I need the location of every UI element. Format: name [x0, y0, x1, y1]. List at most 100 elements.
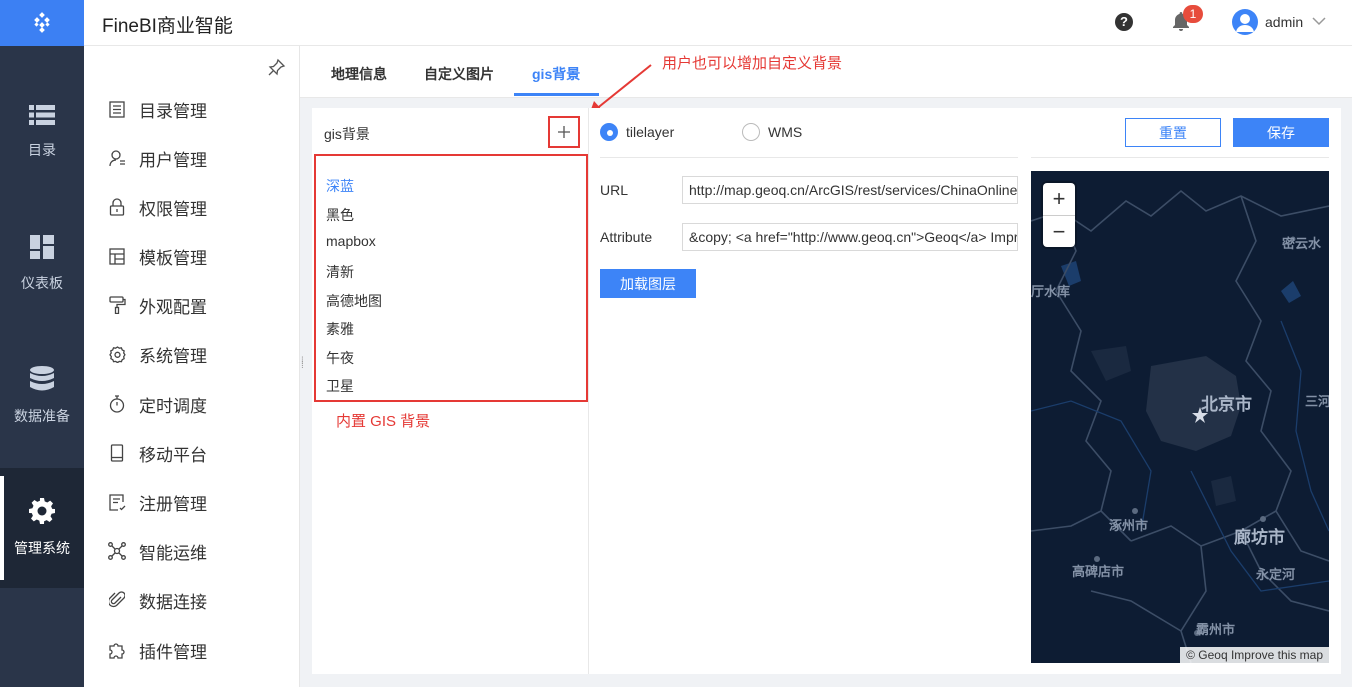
- attribution-label: Attribute: [600, 229, 653, 245]
- sidebar-item-scheduler[interactable]: 定时调度: [108, 389, 207, 419]
- list-icon: [29, 105, 55, 125]
- rail-item-dashboard[interactable]: 仪表板: [0, 204, 84, 324]
- map-label: 三河: [1305, 394, 1329, 409]
- divider: [600, 157, 1018, 158]
- lock-icon: [108, 198, 126, 216]
- user-name[interactable]: admin: [1265, 14, 1303, 30]
- dashboard-icon: [30, 235, 54, 259]
- list-item[interactable]: 午夜: [326, 348, 354, 368]
- map-label: 廊坊市: [1234, 528, 1285, 547]
- rail-item-data-prep[interactable]: 数据准备: [0, 336, 84, 456]
- list-item[interactable]: 卫星: [326, 376, 354, 396]
- plus-icon: [558, 126, 570, 138]
- gis-panel-title: gis背景: [324, 126, 370, 142]
- timer-icon: [108, 395, 126, 413]
- rail-label: 目录: [28, 142, 56, 158]
- sidebar-item-label: 权限管理: [139, 199, 207, 219]
- sidebar-resize-handle[interactable]: ⁞ ⁞: [301, 357, 304, 371]
- map-label: 密云水: [1282, 236, 1322, 251]
- notification-badge: 1: [1183, 5, 1203, 23]
- help-icon[interactable]: ?: [1115, 13, 1133, 31]
- list-item[interactable]: 清新: [326, 262, 354, 282]
- divider: [1031, 157, 1329, 158]
- sidebar-item-data-connection[interactable]: 数据连接: [108, 585, 207, 615]
- list-item[interactable]: 高德地图: [326, 291, 382, 311]
- map-label: 厅水库: [1031, 284, 1071, 299]
- user-icon: [108, 149, 126, 167]
- radio-dot: [600, 123, 618, 141]
- template-icon: [108, 247, 126, 265]
- paperclip-icon: [108, 591, 126, 609]
- sidebar-item-label: 目录管理: [139, 101, 207, 121]
- settings-icon: [108, 345, 126, 363]
- save-button[interactable]: 保存: [1233, 118, 1329, 147]
- gis-settings-card: gis背景 深蓝 黑色 mapbox 清新 高德地图 素雅 午夜 卫星 内置 G…: [312, 108, 1341, 674]
- mobile-icon: [108, 444, 126, 462]
- radio-tilelayer[interactable]: tilelayer: [600, 123, 674, 141]
- rail-label: 数据准备: [14, 408, 70, 424]
- gis-background-list: 深蓝 黑色 mapbox 清新 高德地图 素雅 午夜 卫星: [314, 154, 588, 402]
- sidebar-item-system[interactable]: 系统管理: [108, 339, 207, 369]
- zoom-control: + −: [1043, 183, 1075, 247]
- sidebar-item-label: 外观配置: [139, 297, 207, 317]
- tab-custom-image[interactable]: 自定义图片: [424, 64, 494, 84]
- app-logo[interactable]: [0, 0, 84, 46]
- sidebar-item-label: 智能运维: [139, 543, 207, 563]
- zoom-out-button[interactable]: −: [1043, 215, 1075, 247]
- sidebar-item-mobile[interactable]: 移动平台: [108, 438, 207, 468]
- map-label: 涿州市: [1109, 518, 1149, 533]
- sidebar-item-label: 移动平台: [139, 445, 207, 465]
- tab-gis-background[interactable]: gis背景: [532, 64, 580, 84]
- sidebar-item-templates[interactable]: 模板管理: [108, 241, 207, 271]
- puzzle-icon: [108, 641, 126, 659]
- radio-label: WMS: [768, 124, 803, 140]
- url-label: URL: [600, 182, 629, 198]
- list-item[interactable]: mapbox: [326, 233, 376, 249]
- catalog-icon: [108, 100, 126, 118]
- reset-button[interactable]: 重置: [1125, 118, 1221, 147]
- zoom-in-button[interactable]: +: [1043, 183, 1075, 215]
- network-icon: [108, 542, 126, 560]
- list-item[interactable]: 黑色: [326, 205, 354, 225]
- map-label: 霸州市: [1196, 622, 1236, 637]
- list-item[interactable]: 素雅: [326, 319, 354, 339]
- sidebar-item-label: 系统管理: [139, 346, 207, 366]
- app-title: FineBI商业智能: [102, 16, 233, 37]
- user-avatar-icon: [1236, 14, 1254, 32]
- callout-builtin: 内置 GIS 背景: [336, 413, 431, 430]
- map-label: 高碑店市: [1072, 564, 1125, 579]
- capital-star-icon: [1192, 407, 1208, 423]
- avatar[interactable]: [1232, 9, 1258, 35]
- callout-add-custom: 用户也可以增加自定义背景: [662, 55, 843, 72]
- attribution-field[interactable]: &copy; <a href="http://www.geoq.cn">Geoq…: [682, 223, 1018, 251]
- pin-icon[interactable]: [268, 58, 286, 76]
- map-attribution[interactable]: © Geoq Improve this map: [1180, 647, 1329, 663]
- load-layer-button[interactable]: 加载图层: [600, 269, 696, 298]
- radio-dot: [742, 123, 760, 141]
- rail-item-catalog[interactable]: 目录: [0, 72, 84, 192]
- sidebar-item-permissions[interactable]: 权限管理: [108, 192, 207, 222]
- add-gis-background-button[interactable]: [548, 116, 580, 148]
- rail-label: 管理系统: [14, 540, 70, 556]
- paint-roller-icon: [108, 296, 126, 314]
- gear-icon: [29, 498, 55, 524]
- sidebar-item-appearance[interactable]: 外观配置: [108, 290, 207, 320]
- radio-wms[interactable]: WMS: [742, 123, 802, 141]
- list-item[interactable]: 深蓝: [326, 176, 354, 196]
- url-field[interactable]: http://map.geoq.cn/ArcGIS/rest/services/…: [682, 176, 1018, 204]
- sidebar-item-plugins[interactable]: 插件管理: [108, 635, 207, 665]
- rail-label: 仪表板: [21, 275, 63, 291]
- sidebar-item-users[interactable]: 用户管理: [108, 143, 207, 173]
- sidebar-item-ops[interactable]: 智能运维: [108, 536, 207, 566]
- chevron-down-icon[interactable]: [1312, 14, 1326, 28]
- map-preview[interactable]: + − 密云水 厅水库 北京市 三河 涿州市 廊坊市 高碑店市 永定河 霸州市 …: [1031, 171, 1329, 663]
- map-label: 北京市: [1201, 395, 1252, 414]
- tab-geo-info[interactable]: 地理信息: [331, 64, 387, 84]
- rail-item-admin[interactable]: 管理系统: [0, 468, 84, 588]
- sidebar-item-label: 定时调度: [139, 396, 207, 416]
- sidebar-item-label: 数据连接: [139, 592, 207, 612]
- admin-sidebar: 目录管理 用户管理 权限管理 模板管理 外观配置 系统管理 定时调度 移动平台 …: [84, 46, 300, 687]
- diamond-logo-icon: [34, 12, 50, 33]
- sidebar-item-catalog[interactable]: 目录管理: [108, 94, 207, 124]
- sidebar-item-registration[interactable]: 注册管理: [108, 487, 207, 517]
